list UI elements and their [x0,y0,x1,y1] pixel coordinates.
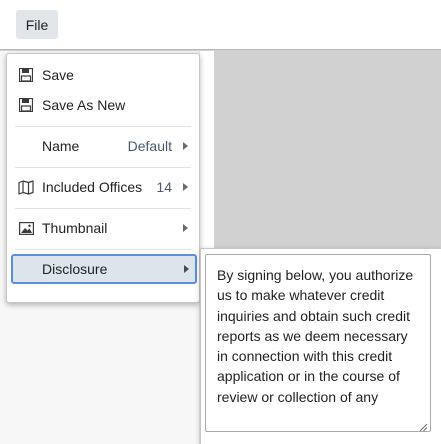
top-toolbar: File [0,0,441,50]
file-dropdown-menu: Save Save As New Name Default Included O… [6,53,200,303]
chevron-right-icon [184,265,189,273]
menu-divider [15,208,191,209]
menu-item-disclosure[interactable]: Disclosure [11,254,197,284]
menu-item-label: Save As New [42,97,126,113]
floppy-disk-icon [18,97,34,113]
menu-item-label: Thumbnail [42,220,108,236]
menu-item-save-as-new[interactable]: Save As New [11,90,196,120]
file-menu-button[interactable]: File [16,10,58,39]
menu-item-label: Name [42,138,80,154]
disclosure-textarea[interactable]: By signing below, you authorize us to ma… [205,254,431,432]
map-icon [18,179,34,195]
menu-item-included-offices[interactable]: Included Offices 14 [11,172,196,202]
file-menu-label: File [25,16,49,33]
menu-item-value: Default [127,138,172,154]
menu-item-thumbnail[interactable]: Thumbnail [11,213,196,243]
image-icon [18,220,34,236]
chevron-right-icon [183,142,188,150]
chevron-right-icon [183,224,188,232]
menu-item-name[interactable]: Name Default [11,131,196,161]
floppy-disk-icon [18,67,34,83]
chevron-right-icon [183,183,188,191]
menu-divider [15,126,191,127]
resize-grip-icon[interactable] [418,419,428,432]
menu-divider [15,249,191,250]
menu-item-count: 14 [156,179,172,195]
menu-item-label: Included Offices [42,179,143,195]
menu-item-label: Disclosure [42,261,108,277]
menu-divider [15,167,191,168]
menu-item-save[interactable]: Save [11,60,196,90]
menu-item-label: Save [42,67,74,83]
